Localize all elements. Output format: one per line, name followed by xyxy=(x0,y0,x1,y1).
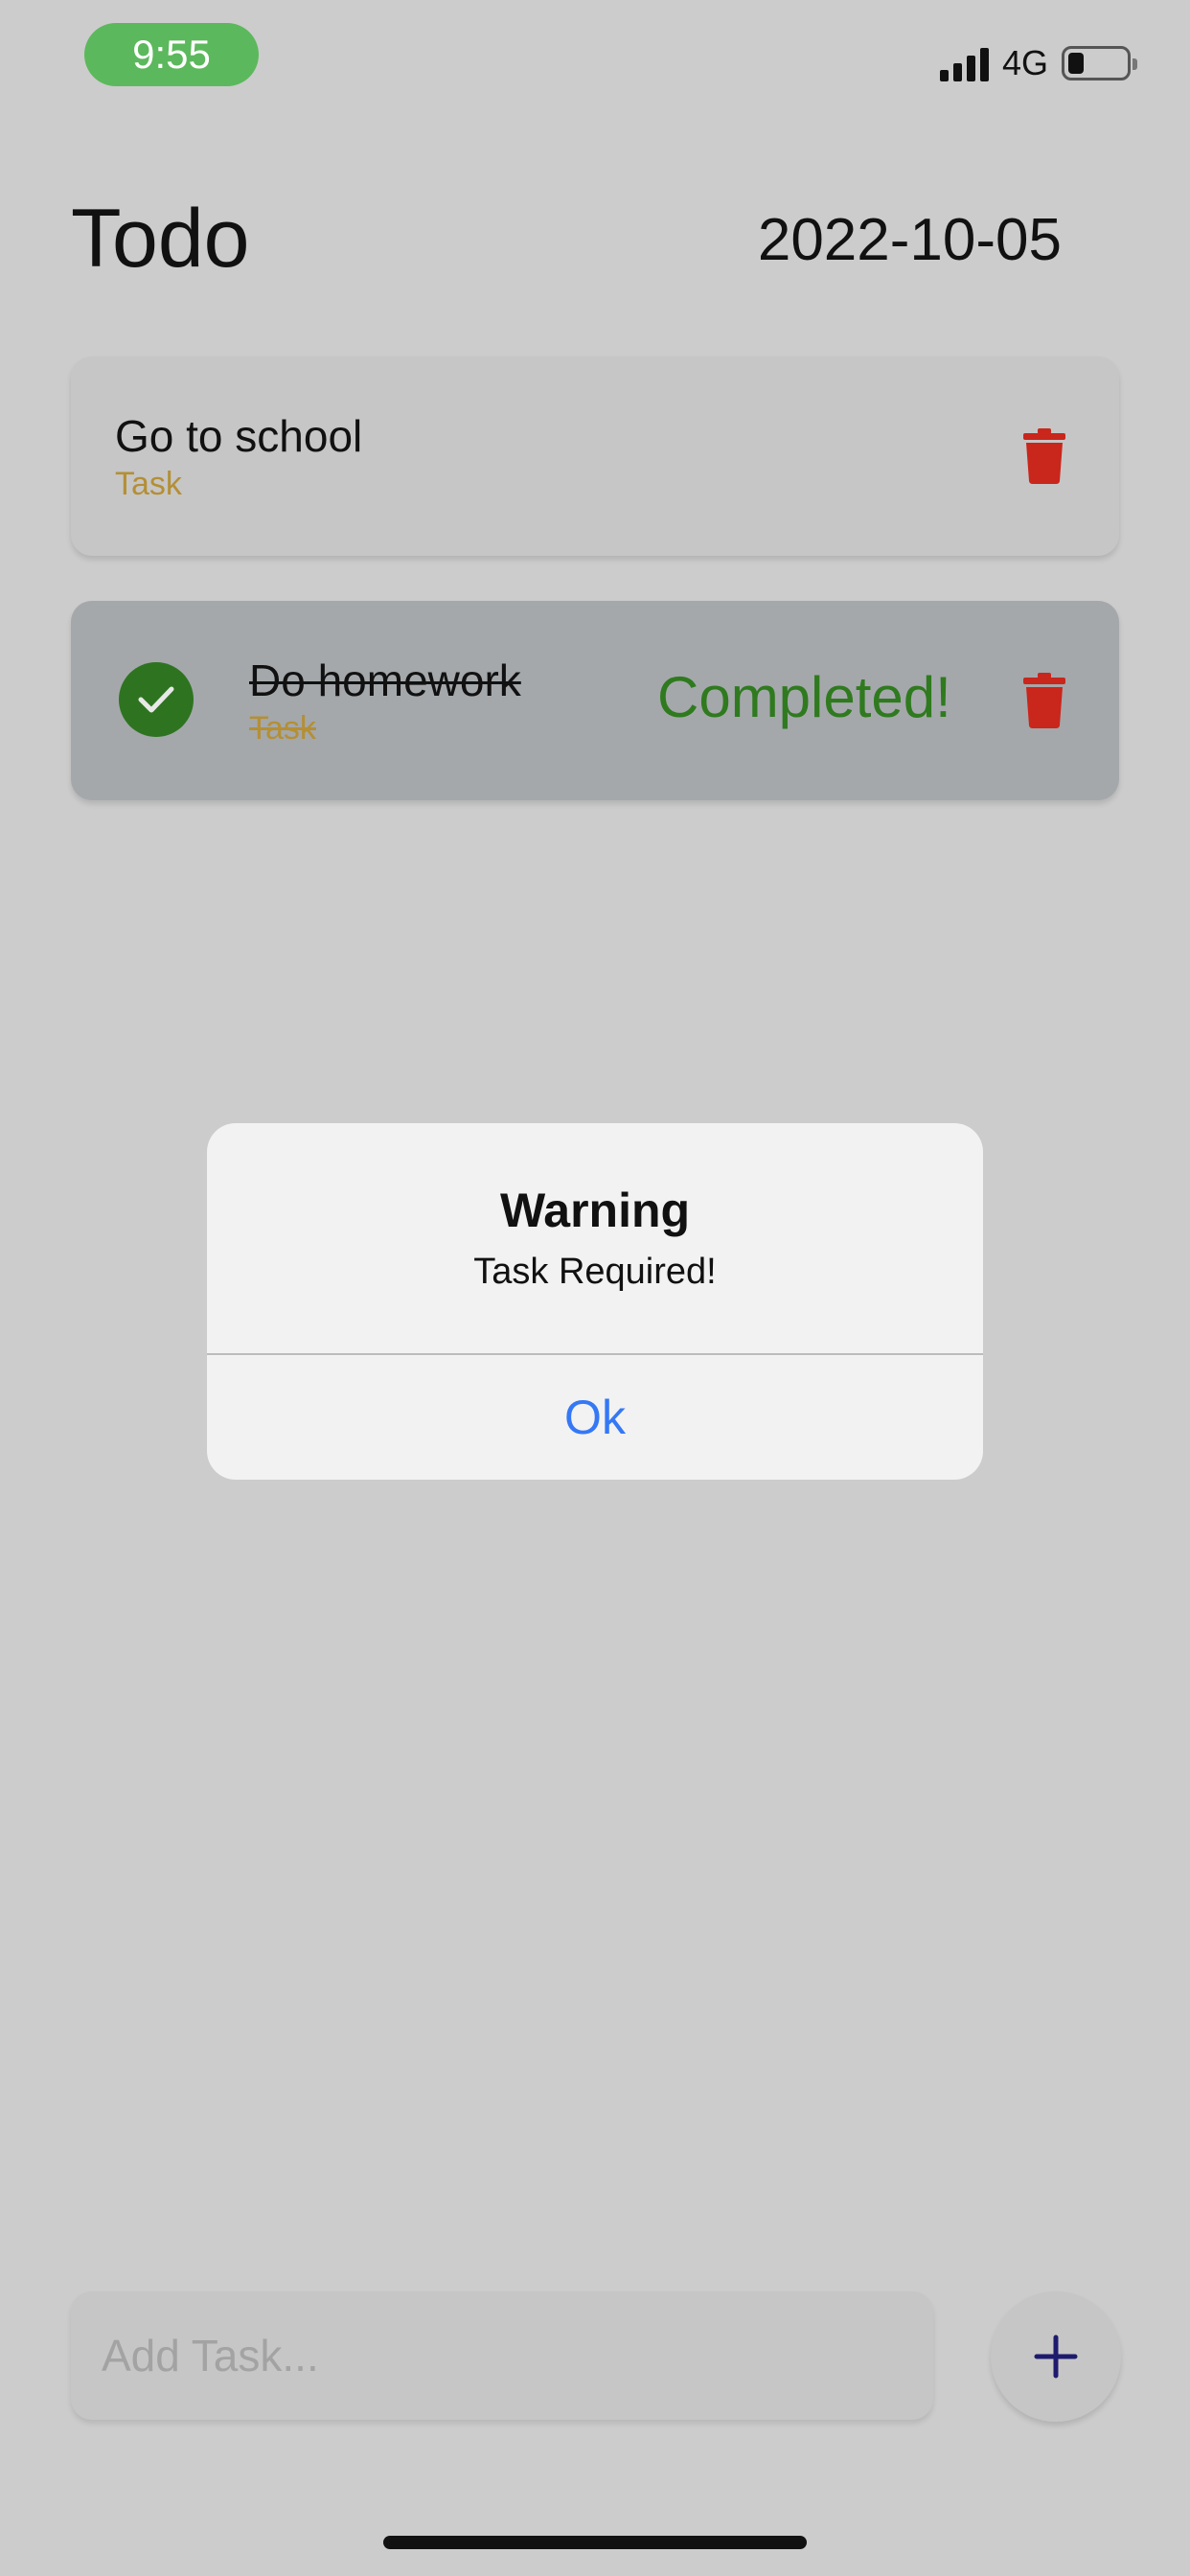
network-type: 4G xyxy=(1001,43,1048,82)
trash-icon[interactable] xyxy=(1023,428,1065,484)
task-tag: Task xyxy=(249,710,316,747)
add-task-button[interactable] xyxy=(991,2291,1121,2422)
checkmark-icon xyxy=(138,686,174,713)
status-time: 9:55 xyxy=(84,23,259,86)
battery-icon xyxy=(1062,46,1137,80)
page-title: Todo xyxy=(71,193,250,285)
add-task-input[interactable] xyxy=(71,2291,933,2420)
alert-message: Task Required! xyxy=(473,1252,717,1292)
task-title: Go to school xyxy=(115,411,363,461)
task-item-completed[interactable]: Do homework Task Completed! xyxy=(71,601,1119,800)
cellular-signal-icon xyxy=(939,45,989,81)
completed-status-label: Completed! xyxy=(657,665,951,729)
task-title: Do homework xyxy=(249,656,521,705)
current-date: 2022-10-05 xyxy=(757,207,1062,273)
task-item[interactable]: Go to school Task xyxy=(71,356,1119,556)
checkmark-circle-icon[interactable] xyxy=(119,662,194,737)
status-indicators: 4G xyxy=(939,42,1137,84)
warning-alert-dialog: Warning Task Required! Ok xyxy=(207,1123,983,1480)
home-indicator[interactable] xyxy=(383,2536,807,2549)
trash-icon[interactable] xyxy=(1023,673,1065,728)
alert-title: Warning xyxy=(499,1184,691,1237)
alert-ok-button[interactable]: Ok xyxy=(207,1355,983,1480)
plus-icon xyxy=(1034,2334,1078,2379)
task-tag: Task xyxy=(115,466,182,502)
